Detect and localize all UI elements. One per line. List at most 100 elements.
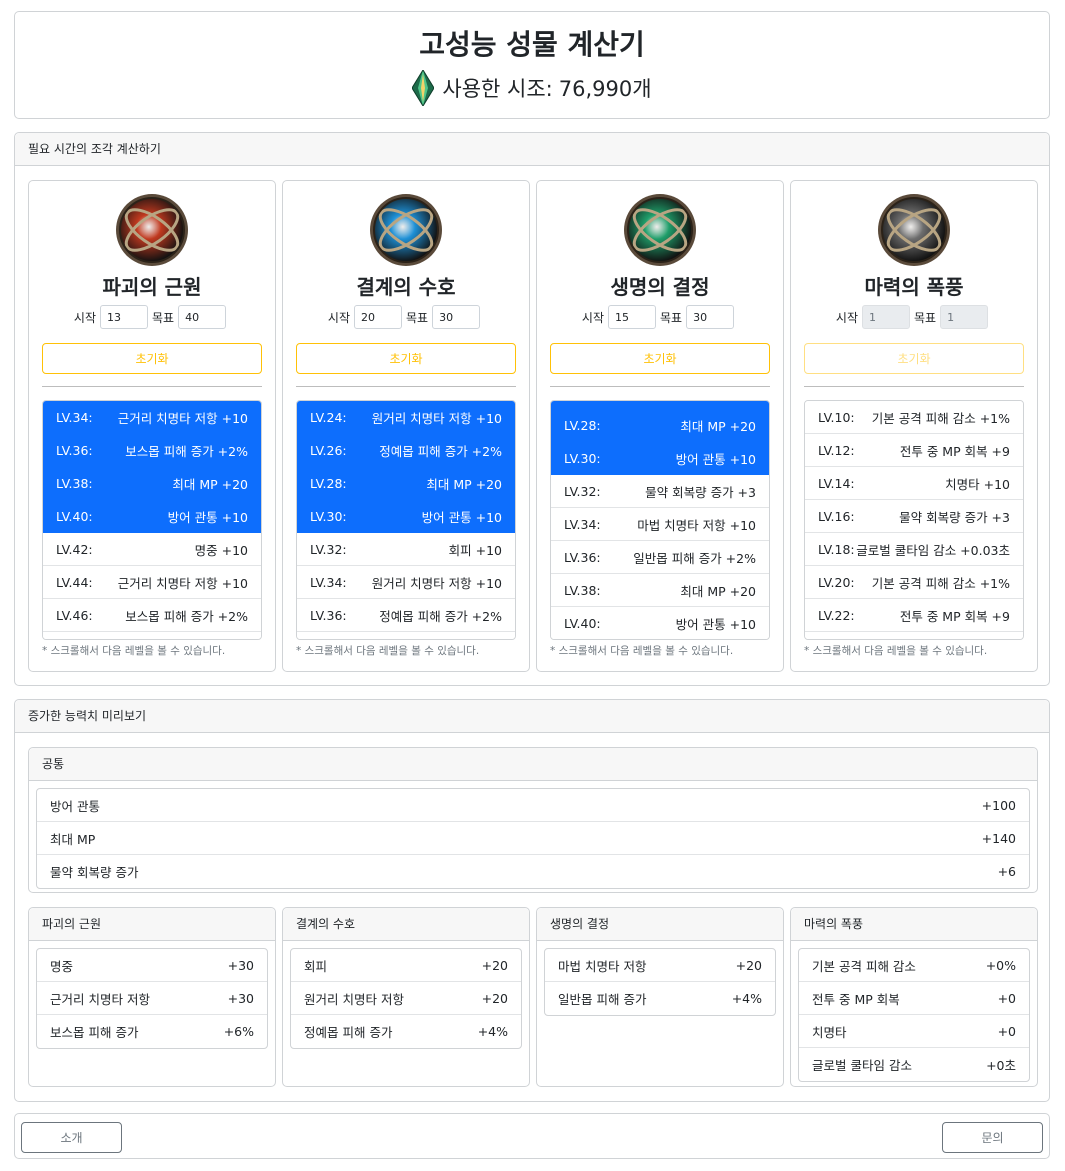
stat-value: +140 [981,830,1016,846]
stat-name: 원거리 치명타 저항 [304,991,404,1007]
about-button[interactable]: 소개 [21,1122,122,1153]
contact-button[interactable]: 문의 [942,1122,1043,1153]
stat-row: 회피 +20 [291,949,521,982]
level-number: LV.16: [818,508,855,524]
calc-section-title: 필요 시간의 조각 계산하기 [15,133,1049,166]
calc-section: 필요 시간의 조각 계산하기 파괴의 근원시작 목표초기화 LV.34: 근거리 치명… [14,132,1050,686]
stat-name: 일반몹 피해 증가 [558,992,647,1007]
divider [296,386,516,387]
level-row: LV.38: 최대 MP +20 [551,574,769,608]
level-row: LV.18: 글로벌 쿨타임 감소 +0.03초 [805,533,1023,566]
start-label: 시작 [835,310,858,325]
level-number: LV.22: [818,607,855,623]
target-level-input[interactable] [432,305,481,329]
level-effect: 기본 공격 피해 감소 +1% [871,410,1010,426]
stat-name: 기본 공격 피해 감소 [812,958,916,974]
used-shards-label: 사용한 시조: [442,77,553,101]
relic-stats-card: 마력의 폭풍 기본 공격 피해 감소 +0% 전투 중 MP 회복 +0 치명타 +0 글로벌… [790,907,1038,1087]
preview-section-title: 증가한 능력치 미리보기 [15,700,1049,733]
stat-value: +0% [985,957,1016,973]
level-row: LV.28: 최대 MP +20 [551,409,769,443]
level-effect: 최대 MP +20 [680,418,756,434]
divider [804,386,1024,387]
level-number: LV.46: [56,607,93,623]
stat-row: 치명타 +0 [799,1015,1029,1048]
reset-button[interactable]: 초기화 [550,343,770,374]
level-number: LV.36: [56,442,93,458]
level-effect: 일반몹 피해 증가 +2% [633,401,756,402]
start-level-input[interactable] [100,305,148,329]
level-row: LV.12: 전투 중 MP 회복 +9 [805,434,1023,467]
level-list[interactable]: LV.26:일반몹 피해 증가 +2% LV.28: 최대 MP +20 LV.30:… [550,400,770,640]
scroll-note: * 스크롤해서 다음 레벨을 볼 수 있습니다. [550,645,734,657]
relic-stats-list: 회피 +20 원거리 치명타 저항 +20 정예몹 피해 증가 +4% [290,948,522,1049]
level-effect: 회피 +10 [448,542,502,558]
target-level-input[interactable] [178,305,227,329]
level-number: LV.24: [310,409,347,425]
start-level-input[interactable] [354,305,402,329]
common-stats-card: 공통 방어 관통 +100 최대 MP +140 물약 회복량 증가 +6 [28,747,1038,893]
scroll-note: * 스크롤해서 다음 레벨을 볼 수 있습니다. [804,645,988,657]
target-level-input[interactable] [940,305,989,329]
level-row: LV.32: 물약 회복량 증가 +3 [551,475,769,509]
level-number: LV.34: [310,574,347,590]
level-row: LV.36: 일반몹 피해 증가 +2% [551,541,769,575]
stat-value: +0초 [986,1058,1016,1073]
level-list-scroll: LV.10: 기본 공격 피해 감소 +1% LV.12: 전투 중 MP 회복 +9… [805,401,1023,639]
level-effect: 마법 치명타 저항 +10 [637,517,756,533]
stat-name: 정예몹 피해 증가 [304,1025,393,1040]
level-effect: 보스몹 피해 증가 +2% [125,443,248,459]
stat-name: 최대 MP [50,831,96,847]
level-number: LV.32: [564,483,601,499]
stat-name: 치명타 [812,1024,847,1040]
level-row: LV.40: 방어 관통 +10 [43,500,261,533]
relic-orb-icon [624,194,696,266]
level-effect: 전투 중 MP 회복 +9 [899,608,1010,624]
level-row: LV.16: 물약 회복량 증가 +3 [805,500,1023,533]
stat-row: 물약 회복량 증가 +6 [37,855,1029,888]
level-list[interactable]: LV.34: 근거리 치명타 저항 +10 LV.36: 보스몹 피해 증가 +2% L… [42,400,262,640]
stat-name: 근거리 치명타 저항 [50,991,150,1007]
target-level-input[interactable] [686,305,735,329]
stat-name: 글로벌 쿨타임 감소 [812,1058,912,1073]
start-label: 시작 [581,310,604,325]
relic-name: 파괴의 근원 [102,275,202,299]
stat-row: 명중 +30 [37,949,267,982]
level-effect: 방어 관통 +10 [421,509,502,525]
level-number: LV.28: [310,475,347,491]
level-row: LV.34: 근거리 치명타 저항 +10 [43,401,261,434]
level-number: LV.28: [564,417,601,433]
start-level-input[interactable] [608,305,656,329]
start-level-input[interactable] [862,305,910,329]
relic-stats-card: 결계의 수호 회피 +20 원거리 치명타 저항 +20 정예몹 피해 증가 +4% [282,907,530,1087]
footer: 소개 문의 [14,1113,1050,1159]
level-number: LV.12: [818,442,855,458]
level-row: LV.42: 명중 +10 [43,533,261,566]
reset-button[interactable]: 초기화 [296,343,516,374]
reset-button[interactable]: 초기화 [804,343,1024,374]
target-label: 목표 [406,310,429,325]
level-number: LV.20: [818,574,855,590]
relic-stats-card: 파괴의 근원 명중 +30 근거리 치명타 저항 +30 보스몹 피해 증가 +6% [28,907,276,1087]
level-number: LV.34: [56,409,93,425]
stat-name: 전투 중 MP 회복 [812,991,900,1007]
stat-row: 원거리 치명타 저항 +20 [291,982,521,1015]
target-label: 목표 [914,310,937,325]
level-effect: 글로벌 쿨타임 감소 +0.03초 [856,542,1010,558]
level-effect: 원거리 치명타 저항 +10 [371,575,502,591]
level-row: LV.46: 보스몹 피해 증가 +2% [43,599,261,632]
level-number: LV.10: [818,409,855,425]
level-effect: 근거리 치명타 저항 +10 [117,575,248,591]
level-effect: 정예몹 피해 증가 +2% [379,443,502,459]
start-label: 시작 [73,310,96,325]
divider [550,386,770,387]
level-effect: 일반몹 피해 증가 +2% [633,550,756,566]
page-title: 고성능 성물 계산기 [419,28,645,61]
level-list[interactable]: LV.24: 원거리 치명타 저항 +10 LV.26: 정예몹 피해 증가 +2% L… [296,400,516,640]
reset-button[interactable]: 초기화 [42,343,262,374]
level-row: LV.26: 정예몹 피해 증가 +2% [297,434,515,467]
level-list[interactable]: LV.10: 기본 공격 피해 감소 +1% LV.12: 전투 중 MP 회복 +9… [804,400,1024,640]
level-number: LV.40: [56,508,93,524]
level-row: LV.34: 마법 치명타 저항 +10 [551,508,769,542]
common-stats-list: 방어 관통 +100 최대 MP +140 물약 회복량 증가 +6 [36,788,1030,889]
